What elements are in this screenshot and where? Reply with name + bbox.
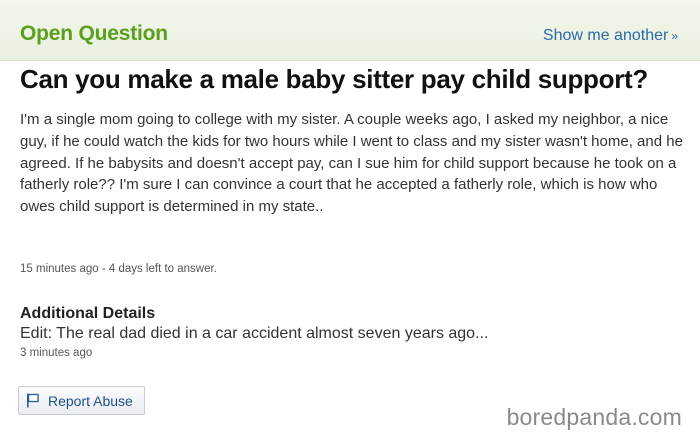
show-me-another-link[interactable]: Show me another» xyxy=(543,27,678,45)
report-abuse-button[interactable]: Report Abuse xyxy=(18,386,145,415)
question-body: I'm a single mom going to college with m… xyxy=(20,111,683,216)
question-title: Can you make a male baby sitter pay chil… xyxy=(20,64,648,94)
additional-details-heading: Additional Details xyxy=(20,305,156,322)
additional-details-time: 3 minutes ago xyxy=(20,347,93,359)
additional-details-text: Edit: The real dad died in a car acciden… xyxy=(20,325,489,342)
open-question-label: Open Question xyxy=(20,22,168,45)
question-meta: 15 minutes ago - 4 days left to answer. xyxy=(20,263,217,275)
watermark-text: boredpanda.com xyxy=(506,404,682,430)
chevron-right-icon: » xyxy=(671,29,678,43)
show-me-another-label: Show me another xyxy=(542,27,669,44)
flag-icon xyxy=(27,393,39,408)
report-abuse-label: Report Abuse xyxy=(48,392,133,409)
